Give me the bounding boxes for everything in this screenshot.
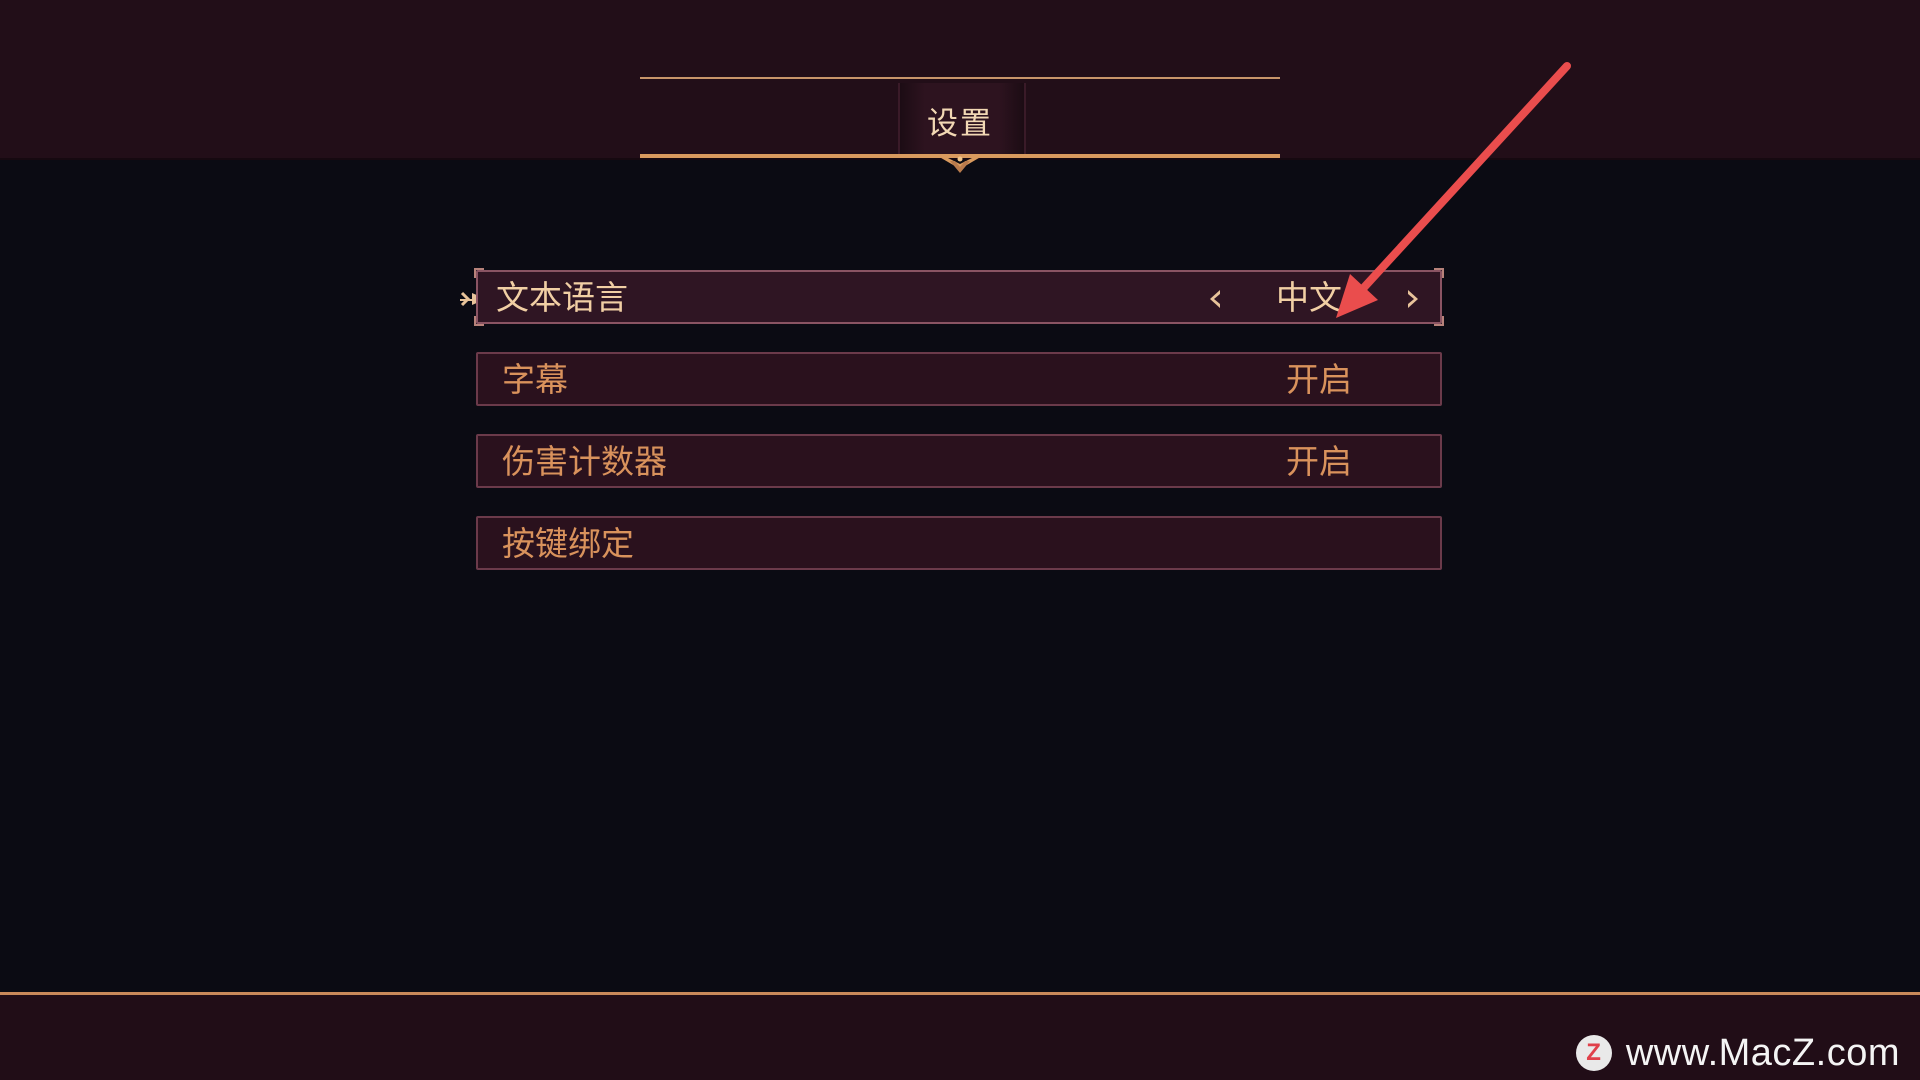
corner-ornament [1434, 316, 1444, 326]
setting-label: 文本语言 [496, 278, 628, 317]
setting-value: 中文 [1276, 278, 1342, 317]
setting-label: 字幕 [502, 360, 568, 399]
setting-value: 开启 [1286, 360, 1352, 399]
setting-row-key-bindings[interactable]: 按键绑定 [476, 516, 1442, 570]
setting-label: 按键绑定 [502, 524, 634, 563]
watermark: Z www.MacZ.com [1575, 1030, 1900, 1076]
corner-ornament [474, 268, 484, 278]
watermark-text: www.MacZ.com [1625, 1031, 1900, 1074]
corner-ornament [474, 316, 484, 326]
page-title: 设置 [927, 106, 993, 142]
settings-screen: 设置 文本语言 中文 字幕 开启 伤害计数器 开启 按键绑定 Z www.Mac… [0, 0, 1920, 1080]
corner-ornament [1434, 268, 1444, 278]
watermark-logo-icon: Z [1575, 1035, 1612, 1071]
setting-label: 伤害计数器 [502, 442, 667, 481]
footer-line [0, 992, 1920, 995]
setting-value: 开启 [1286, 442, 1352, 481]
title-banner: 设置 [640, 77, 1280, 173]
title-line-top [640, 77, 1280, 79]
setting-row-text-language[interactable]: 文本语言 中文 [474, 268, 1444, 326]
ornament-icon [936, 155, 984, 173]
chevron-left-icon[interactable] [1206, 288, 1224, 310]
setting-row-subtitles[interactable]: 字幕 开启 [476, 352, 1442, 406]
setting-row-damage-counter[interactable]: 伤害计数器 开启 [476, 434, 1442, 488]
chevron-right-icon[interactable] [1404, 288, 1422, 310]
